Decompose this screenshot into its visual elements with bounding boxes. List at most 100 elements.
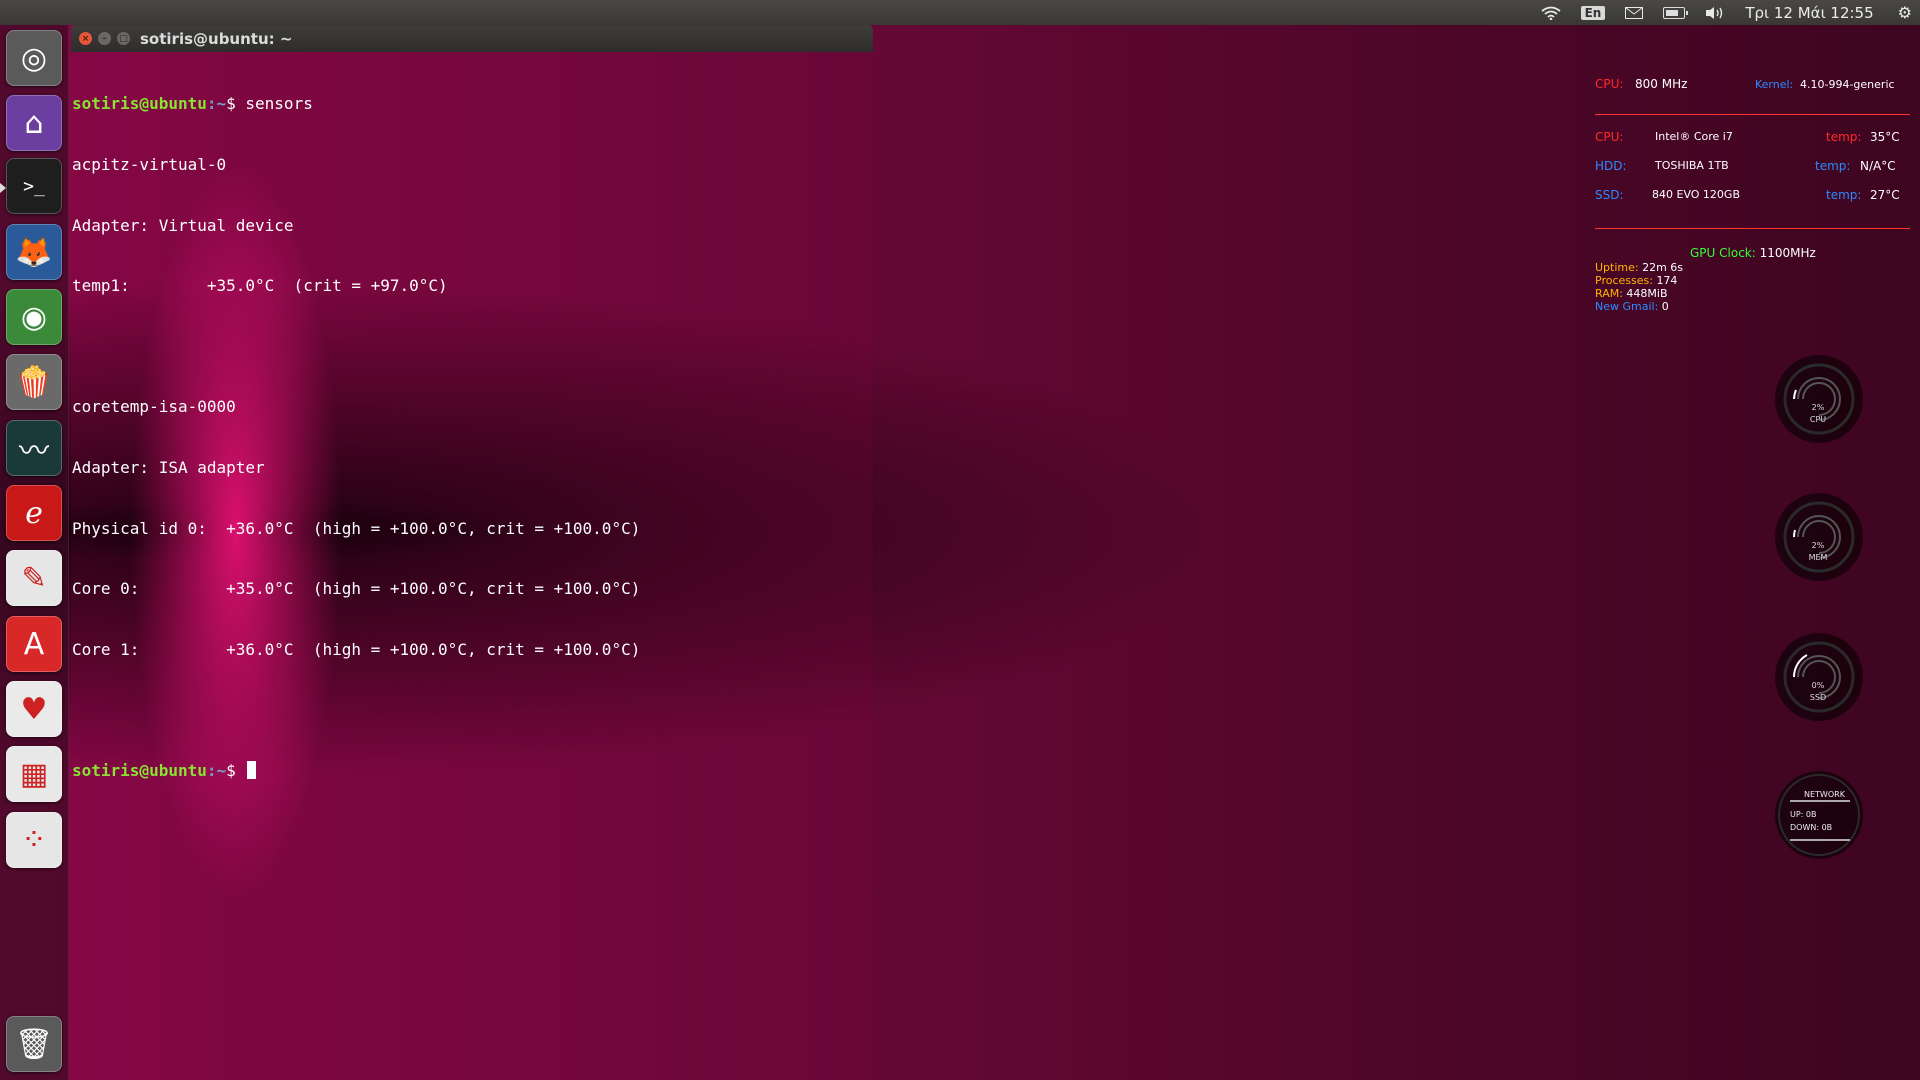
cpu-temp: 35°C xyxy=(1870,130,1900,144)
uptime-value: 22m 6s xyxy=(1642,261,1684,274)
hardware-block: CPU: Intel® Core i7 temp: 35°C HDD: TOSH… xyxy=(1590,130,1915,220)
output-line: Core 1: +36.0°C (high = +100.0°C, crit =… xyxy=(72,639,641,659)
software-center-icon: A xyxy=(23,626,45,662)
launcher-text-editor[interactable]: ✎ xyxy=(6,550,62,606)
launcher-firefox[interactable]: 🦊 xyxy=(6,224,62,280)
divider xyxy=(1595,114,1910,115)
launcher-cards-game[interactable]: ♥ xyxy=(6,681,62,737)
output-line: coretemp-isa-0000 xyxy=(72,397,236,417)
ssd-gauge: 0% SSD xyxy=(1772,630,1866,724)
network-title: NETWORK xyxy=(1804,790,1845,799)
launcher-sudoku-game[interactable]: ▦ xyxy=(6,746,62,802)
output-line: Adapter: Virtual device xyxy=(72,215,294,235)
ssd-model: 840 EVO 120GB xyxy=(1652,188,1740,201)
command-line: sotiris@ubuntu:~$ sensors xyxy=(72,94,873,114)
hdd-row: HDD: TOSHIBA 1TB temp: N/A°C xyxy=(1590,159,1915,183)
launcher-dots-game[interactable]: ⁘ xyxy=(6,812,62,868)
wifi-icon[interactable] xyxy=(1541,6,1561,20)
terminal-window[interactable]: × – □ sotiris@ubuntu: ~ sotiris@ubuntu:~… xyxy=(71,25,873,1080)
mem-gauge-pct: 2% xyxy=(1811,541,1825,550)
sudoku-game-icon: ▦ xyxy=(19,756,49,792)
cpu-gauge-text: 2% CPU xyxy=(1798,402,1838,426)
launcher-system-monitor[interactable]: 〰 xyxy=(6,420,62,476)
launcher-files-home[interactable]: ⌂ xyxy=(6,95,62,151)
launcher-evince-reader[interactable]: ℯ xyxy=(6,485,62,541)
firefox-icon: 🦊 xyxy=(15,234,53,270)
gpu-value: 1100MHz xyxy=(1759,246,1816,260)
gauge-ring xyxy=(1775,493,1863,581)
settings-gear-icon[interactable]: ⚙ xyxy=(1898,3,1912,22)
keyboard-language-indicator[interactable]: En xyxy=(1580,5,1606,20)
gmail-label: New Gmail: xyxy=(1595,300,1659,313)
top-panel: En Τρι 12 Μάι 12:55 ⚙ xyxy=(0,0,1920,25)
conky-panel: CPU: 800 MHz Kernel: 4.10-994-generic CP… xyxy=(1590,70,1915,859)
down-value: 0B xyxy=(1821,823,1833,832)
close-button[interactable]: × xyxy=(79,32,92,45)
gmail-value: 0 xyxy=(1661,300,1669,313)
mem-gauge-text: 2% MEM xyxy=(1798,540,1838,564)
launcher-trash[interactable]: 🗑 xyxy=(6,1016,62,1072)
language-badge: En xyxy=(1580,5,1606,20)
output-line: Core 0: +35.0°C (high = +100.0°C, crit =… xyxy=(72,579,641,599)
up-label: UP: xyxy=(1790,810,1804,819)
hdd-temp: N/A°C xyxy=(1860,159,1896,173)
ram-value: 448MiB xyxy=(1626,287,1668,300)
terminal-titlebar[interactable]: × – □ sotiris@ubuntu: ~ xyxy=(71,25,873,52)
up-value: 0B xyxy=(1805,810,1817,819)
launcher-popcorn-time[interactable]: 🍿 xyxy=(6,354,62,410)
prompt-path: :~ xyxy=(206,94,227,114)
volume-icon[interactable] xyxy=(1705,6,1725,20)
minimize-button[interactable]: – xyxy=(98,32,111,45)
hdd-label: HDD: xyxy=(1595,159,1627,173)
output-line: Adapter: ISA adapter xyxy=(72,457,265,477)
cards-game-icon: ♥ xyxy=(20,691,48,727)
processes-label: Processes: xyxy=(1595,274,1653,287)
hdd-temp-label: temp: xyxy=(1815,159,1851,173)
ssd-gauge-text: 0% SSD xyxy=(1798,680,1838,704)
active-app-indicator xyxy=(0,183,6,193)
prompt-user: sotiris@ubuntu xyxy=(72,760,207,780)
launcher-terminal[interactable]: >_ xyxy=(6,158,62,214)
chrome-icon: ◉ xyxy=(20,299,48,335)
trash-icon: 🗑 xyxy=(14,1026,54,1062)
network-up: UP: 0B xyxy=(1790,810,1817,819)
battery-icon[interactable] xyxy=(1663,6,1689,19)
clock[interactable]: Τρι 12 Μάι 12:55 xyxy=(1745,4,1873,22)
cpu-freq-row: CPU: 800 MHz Kernel: 4.10-994-generic xyxy=(1590,70,1915,100)
cpu-gauge-pct: 2% xyxy=(1811,403,1825,412)
launcher-software-center[interactable]: A xyxy=(6,616,62,672)
gauge-ring xyxy=(1775,771,1863,859)
launcher-chrome[interactable]: ◉ xyxy=(6,289,62,345)
prompt-path: :~ xyxy=(206,760,227,780)
ram-label: RAM: xyxy=(1595,287,1623,300)
output-line: Physical id 0: +36.0°C (high = +100.0°C,… xyxy=(72,518,641,538)
ssd-temp-label: temp: xyxy=(1826,188,1862,202)
processes-value: 174 xyxy=(1656,274,1678,287)
popcorn-time-icon: 🍿 xyxy=(15,364,53,400)
kernel-label: Kernel: xyxy=(1755,78,1794,91)
ubuntu-dash-icon: ◎ xyxy=(20,40,48,76)
prompt-symbol: $ xyxy=(226,760,236,780)
kernel-value: 4.10-994-generic xyxy=(1800,78,1895,91)
launcher-ubuntu-dash[interactable]: ◎ xyxy=(6,30,62,86)
cpu-gauge: 2% CPU xyxy=(1772,352,1866,446)
text-editor-icon: ✎ xyxy=(21,560,47,596)
network-down: DOWN: 0B xyxy=(1790,823,1832,832)
prompt-user: sotiris@ubuntu xyxy=(72,94,207,114)
prompt-symbol: $ xyxy=(226,94,236,114)
cpu-model: Intel® Core i7 xyxy=(1655,130,1733,143)
output-line: acpitz-virtual-0 xyxy=(72,155,227,174)
launcher: ◎ ⌂ >_ 🦊 ◉ 🍿 〰 ℯ ✎ A ♥ ▦ ⁘ 🗑 xyxy=(0,25,69,1080)
terminal-output[interactable]: sotiris@ubuntu:~$ sensors acpitz-virtual… xyxy=(71,52,873,822)
system-stats: Uptime: 22m 6s Processes: 174 RAM: 448Mi… xyxy=(1595,261,1683,313)
command-text: sensors xyxy=(235,94,313,114)
maximize-button[interactable]: □ xyxy=(117,32,130,45)
gauge-ring xyxy=(1775,633,1863,721)
dots-game-icon: ⁘ xyxy=(21,822,47,858)
mem-gauge: 2% MEM xyxy=(1772,490,1866,584)
terminal-icon: >_ xyxy=(23,175,45,197)
mail-icon[interactable] xyxy=(1625,6,1644,19)
divider xyxy=(1595,228,1910,229)
